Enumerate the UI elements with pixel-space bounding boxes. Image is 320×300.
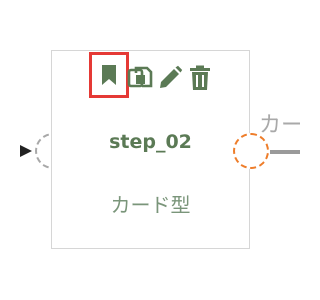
step-node-card[interactable]: step_02 カード型 xyxy=(51,50,250,249)
edit-pencil-icon xyxy=(160,65,183,88)
edge-label: カー xyxy=(259,113,300,138)
outgoing-connector[interactable] xyxy=(270,150,300,154)
bookmark-button[interactable] xyxy=(89,52,129,98)
node-toolbar xyxy=(89,52,215,98)
duplicate-button[interactable] xyxy=(125,63,155,93)
incoming-arrow-head xyxy=(20,145,32,157)
edit-button[interactable] xyxy=(155,63,185,93)
flow-canvas: step_02 カード型 カー xyxy=(0,0,300,300)
bookmark-icon xyxy=(102,65,116,85)
step-title: step_02 xyxy=(109,131,192,153)
trash-icon xyxy=(190,65,210,90)
delete-button[interactable] xyxy=(185,63,215,93)
step-type-label: カード型 xyxy=(110,193,191,217)
copy-icon xyxy=(127,66,153,88)
